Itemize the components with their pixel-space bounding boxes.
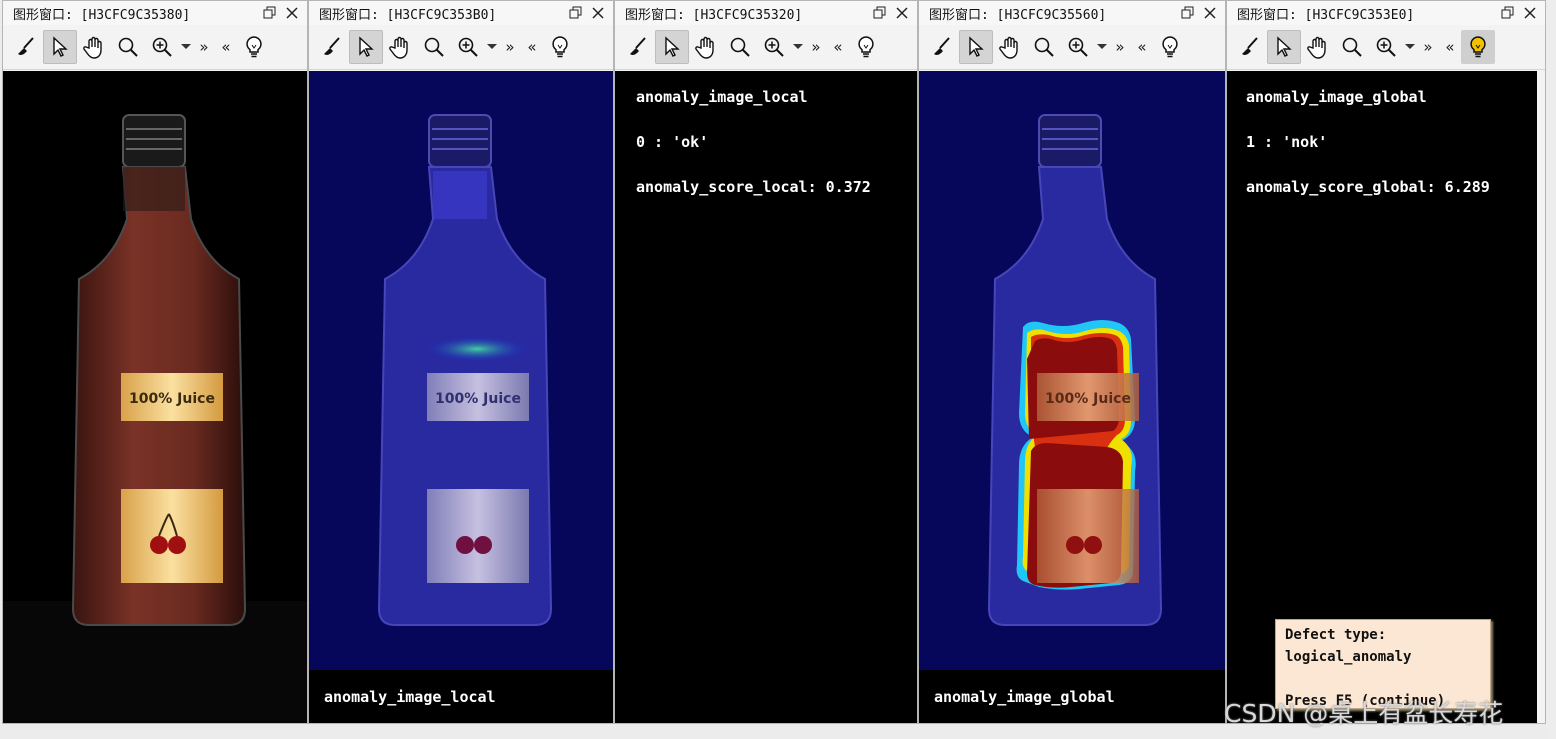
restore-icon[interactable]: [259, 3, 281, 23]
result-line-3: anomaly_score_global: 6.289: [1246, 178, 1490, 196]
magnifier-icon[interactable]: [1027, 30, 1061, 64]
desktop-edge: [1546, 0, 1556, 739]
tooltip-line-1: Defect type:: [1285, 627, 1387, 643]
window-titlebar[interactable]: 图形窗口: [H3CFC9C35560]: [919, 1, 1225, 25]
dropdown-icon[interactable]: [179, 30, 193, 64]
result-line-2: 0 : 'ok': [636, 133, 709, 151]
hand-icon[interactable]: [383, 30, 417, 64]
close-icon[interactable]: [1519, 3, 1541, 23]
window-titlebar[interactable]: 图形窗口: [H3CFC9C35320]: [615, 1, 917, 25]
broom-icon[interactable]: [9, 30, 43, 64]
window-title: 图形窗口: [H3CFC9C353B0]: [319, 7, 497, 23]
image-canvas[interactable]: 100% Juice: [3, 71, 307, 723]
broom-icon[interactable]: [315, 30, 349, 64]
label-text: 100% Juice: [129, 391, 215, 407]
zoom-in-icon[interactable]: [757, 30, 791, 64]
dropdown-icon[interactable]: [1403, 30, 1417, 64]
broom-icon[interactable]: [925, 30, 959, 64]
lightbulb-icon[interactable]: [543, 30, 577, 64]
result-line-2: 1 : 'nok': [1246, 133, 1328, 151]
graphics-window-1: 图形窗口: [H3CFC9C35380] » « 100% Juice: [2, 0, 308, 724]
hand-icon[interactable]: [993, 30, 1027, 64]
collapse-icon[interactable]: «: [1131, 30, 1153, 64]
window-title: 图形窗口: [H3CFC9C35380]: [13, 7, 191, 23]
window-titlebar[interactable]: 图形窗口: [H3CFC9C353B0]: [309, 1, 613, 25]
caption-text: anomaly_image_global: [934, 688, 1115, 706]
bottle-image: 100% Juice: [3, 114, 307, 723]
result-line-3: anomaly_score_local: 0.372: [636, 178, 871, 196]
window-title: 图形窗口: [H3CFC9C35560]: [929, 7, 1107, 23]
pointer-icon[interactable]: [43, 30, 77, 64]
local-anomaly-heatmap: 100% Juice: [309, 71, 613, 671]
graphics-window-5: 图形窗口: [H3CFC9C353E0] » « anomaly_image_g…: [1226, 0, 1546, 724]
window-title: 图形窗口: [H3CFC9C35320]: [625, 7, 803, 23]
text-canvas[interactable]: anomaly_image_global 1 : 'nok' anomaly_s…: [1227, 71, 1537, 723]
expand-icon[interactable]: »: [193, 30, 215, 64]
window-toolbar: » «: [3, 25, 307, 70]
window-title: 图形窗口: [H3CFC9C353E0]: [1237, 7, 1415, 23]
tooltip-line-2: logical_anomaly: [1285, 649, 1412, 665]
magnifier-icon[interactable]: [1335, 30, 1369, 64]
global-anomaly-heatmap: 100% Juice: [919, 71, 1225, 671]
image-canvas[interactable]: 100% Juice anomaly_image_global: [919, 71, 1225, 723]
window-titlebar[interactable]: 图形窗口: [H3CFC9C35380]: [3, 1, 307, 25]
lightbulb-icon[interactable]: [1461, 30, 1495, 64]
broom-icon[interactable]: [621, 30, 655, 64]
zoom-in-icon[interactable]: [1061, 30, 1095, 64]
restore-icon[interactable]: [1177, 3, 1199, 23]
pointer-icon[interactable]: [959, 30, 993, 64]
window-toolbar: » «: [309, 25, 613, 70]
text-canvas[interactable]: anomaly_image_local 0 : 'ok' anomaly_sco…: [615, 71, 917, 723]
result-line-1: anomaly_image_local: [636, 88, 808, 106]
pointer-icon[interactable]: [349, 30, 383, 64]
restore-icon[interactable]: [1497, 3, 1519, 23]
hand-icon[interactable]: [77, 30, 111, 64]
expand-icon[interactable]: »: [1417, 30, 1439, 64]
zoom-in-icon[interactable]: [451, 30, 485, 64]
graphics-window-4: 图形窗口: [H3CFC9C35560] » « 100% Juice anom…: [918, 0, 1226, 724]
label-text: 100% Juice: [435, 391, 521, 407]
window-toolbar: » «: [1227, 25, 1545, 70]
graphics-window-3: 图形窗口: [H3CFC9C35320] » « anomaly_image_l…: [614, 0, 918, 724]
magnifier-icon[interactable]: [111, 30, 145, 64]
image-canvas[interactable]: 100% Juice anomaly_image_local: [309, 71, 613, 723]
magnifier-icon[interactable]: [723, 30, 757, 64]
close-icon[interactable]: [891, 3, 913, 23]
close-icon[interactable]: [281, 3, 303, 23]
collapse-icon[interactable]: «: [215, 30, 237, 64]
magnifier-icon[interactable]: [417, 30, 451, 64]
close-icon[interactable]: [1199, 3, 1221, 23]
zoom-in-icon[interactable]: [145, 30, 179, 64]
dropdown-icon[interactable]: [1095, 30, 1109, 64]
expand-icon[interactable]: »: [499, 30, 521, 64]
collapse-icon[interactable]: «: [521, 30, 543, 64]
caption-text: anomaly_image_local: [324, 688, 496, 706]
result-line-1: anomaly_image_global: [1246, 88, 1427, 106]
collapse-icon[interactable]: «: [1439, 30, 1461, 64]
close-icon[interactable]: [587, 3, 609, 23]
label-text: 100% Juice: [1045, 391, 1131, 407]
zoom-in-icon[interactable]: [1369, 30, 1403, 64]
pointer-icon[interactable]: [1267, 30, 1301, 64]
window-titlebar[interactable]: 图形窗口: [H3CFC9C353E0]: [1227, 1, 1545, 25]
graphics-window-2: 图形窗口: [H3CFC9C353B0] » « 100% Juice anom…: [308, 0, 614, 724]
restore-icon[interactable]: [869, 3, 891, 23]
window-toolbar: » «: [919, 25, 1225, 70]
lightbulb-icon[interactable]: [237, 30, 271, 64]
window-toolbar: » «: [615, 25, 917, 70]
expand-icon[interactable]: »: [1109, 30, 1131, 64]
collapse-icon[interactable]: «: [827, 30, 849, 64]
lightbulb-icon[interactable]: [1153, 30, 1187, 64]
restore-icon[interactable]: [565, 3, 587, 23]
expand-icon[interactable]: »: [805, 30, 827, 64]
pointer-icon[interactable]: [655, 30, 689, 64]
hand-icon[interactable]: [1301, 30, 1335, 64]
lightbulb-icon[interactable]: [849, 30, 883, 64]
dropdown-icon[interactable]: [791, 30, 805, 64]
watermark-text: CSDN @桌上有盆长寿花: [1224, 699, 1504, 728]
hand-icon[interactable]: [689, 30, 723, 64]
dropdown-icon[interactable]: [485, 30, 499, 64]
broom-icon[interactable]: [1233, 30, 1267, 64]
